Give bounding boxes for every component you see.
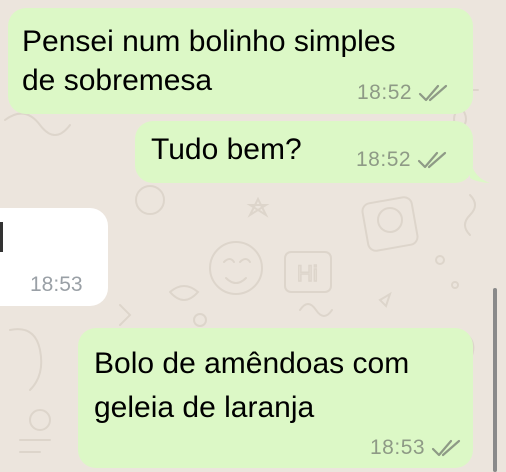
incoming-message-bubble[interactable]: 18:53 bbox=[0, 208, 108, 306]
message-time: 18:52 bbox=[356, 148, 412, 171]
outgoing-message-bubble[interactable]: Bolo de amêndoas com geleia de laranja 1… bbox=[78, 328, 473, 468]
double-check-icon bbox=[417, 151, 447, 169]
message-text-line: Pensei num bolinho simples bbox=[22, 25, 396, 58]
message-meta: 18:52 bbox=[356, 148, 449, 172]
message-meta: 18:52 bbox=[357, 81, 450, 105]
message-content-edge bbox=[0, 222, 3, 252]
message-text-line: de sobremesa bbox=[22, 64, 213, 97]
message-time: 18:52 bbox=[357, 81, 413, 104]
double-check-icon bbox=[418, 84, 448, 102]
scrollbar[interactable] bbox=[493, 288, 497, 472]
message-text-line: geleia de laranja bbox=[94, 391, 315, 424]
message-time: 18:53 bbox=[30, 273, 83, 296]
message-time: 18:53 bbox=[370, 436, 426, 459]
message-text-line: Bolo de amêndoas com bbox=[94, 347, 410, 380]
message-text-line: Tudo bem? bbox=[151, 133, 302, 166]
message-meta: 18:53 bbox=[370, 436, 463, 460]
outgoing-message-bubble[interactable]: Tudo bem? 18:52 bbox=[135, 121, 473, 183]
hi-doodle: Hi bbox=[297, 261, 318, 286]
double-check-icon bbox=[431, 439, 461, 457]
outgoing-message-bubble[interactable]: Pensei num bolinho simples de sobremesa … bbox=[8, 8, 473, 114]
bubble-tail bbox=[470, 160, 490, 183]
